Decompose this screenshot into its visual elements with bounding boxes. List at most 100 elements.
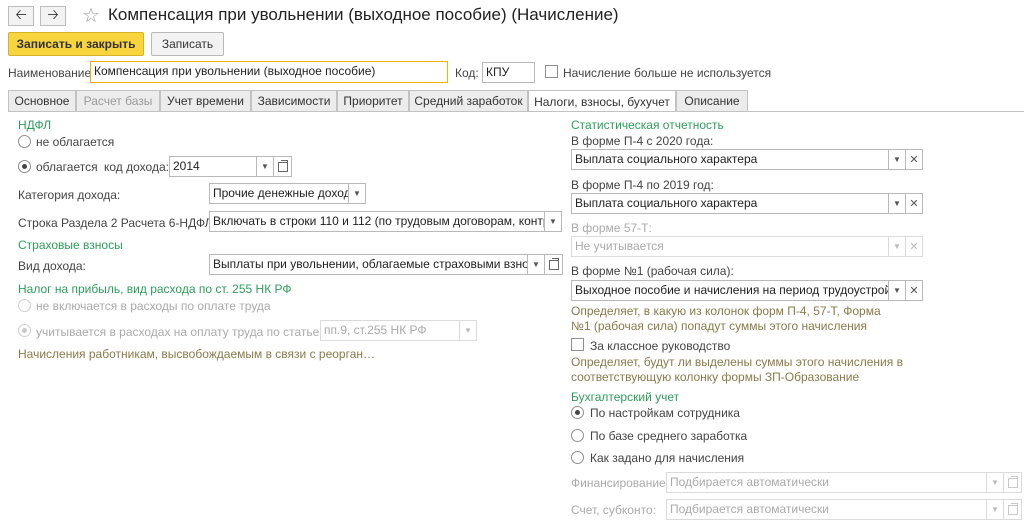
row-6ndfl-field[interactable]: Включать в строки 110 и 112 (по трудовым… — [209, 211, 545, 232]
row-6ndfl-dropdown[interactable]: ▼ — [545, 211, 562, 232]
forward-button[interactable]: 🡢 — [40, 6, 66, 26]
income-code-field[interactable]: 2014 — [169, 156, 257, 177]
tab-priority[interactable]: Приоритет — [337, 90, 409, 112]
f1-clear-button[interactable]: ✕ — [906, 280, 923, 301]
ndfl-not-taxed-label: не облагается — [36, 135, 115, 149]
financing-label: Финансирование: — [571, 476, 670, 490]
p4-2019-label: В форме П-4 по 2019 год: — [571, 178, 714, 192]
chevron-down-icon: ▼ — [353, 189, 361, 198]
f1-label: В форме №1 (рабочая сила): — [571, 264, 734, 278]
star-icon[interactable]: ☆ — [82, 3, 100, 28]
class-teacher-checkbox[interactable] — [571, 338, 584, 351]
acc-title: Бухгалтерский учет — [571, 390, 680, 404]
income-type-dropdown[interactable]: ▼ — [528, 254, 545, 275]
release-note-link[interactable]: Начисления работникам, высвобождаемым в … — [18, 347, 375, 362]
insurance-title: Страховые взносы — [18, 238, 123, 252]
close-icon: ✕ — [909, 198, 919, 210]
article-field[interactable]: пп.9, ст.255 НК РФ — [320, 320, 460, 341]
income-category-field[interactable]: Прочие денежные доходы — [209, 183, 349, 204]
tab-taxes[interactable]: Налоги, взносы, бухучет — [528, 90, 676, 113]
p4-2020-field[interactable]: Выплата социального характера — [571, 149, 889, 170]
p4-2019-dropdown[interactable]: ▼ — [889, 193, 906, 214]
close-icon: ✕ — [909, 241, 919, 253]
chevron-down-icon: ▼ — [893, 242, 901, 251]
income-type-field[interactable]: Выплаты при увольнении, облагаемые страх… — [209, 254, 528, 275]
p4-2019-field[interactable]: Выплата социального характера — [571, 193, 889, 214]
open-icon — [277, 159, 288, 172]
f1-field[interactable]: Выходное пособие и начисления на период … — [571, 280, 889, 301]
tab-base-calc[interactable]: Расчет базы — [76, 90, 160, 112]
not-included-label: не включается в расходы по оплате труда — [36, 299, 271, 313]
save-and-close-button[interactable]: Записать и закрыть — [8, 32, 144, 56]
acc-as-set-radio[interactable] — [571, 451, 584, 464]
account-dropdown[interactable]: ▼ — [987, 499, 1004, 520]
close-icon: ✕ — [909, 154, 919, 166]
account-label: Счет, субконто: — [571, 503, 656, 517]
account-open-button[interactable] — [1004, 499, 1022, 520]
account-field[interactable]: Подбирается автоматически — [666, 499, 987, 520]
tab-description[interactable]: Описание — [676, 90, 748, 112]
acc-average-base-label: По базе среднего заработка — [590, 429, 748, 443]
ndfl-taxed-radio[interactable] — [18, 160, 31, 173]
f57t-field[interactable]: Не учитывается — [571, 236, 889, 257]
tab-main[interactable]: Основное — [8, 90, 76, 112]
stat-title: Статистическая отчетность — [571, 118, 724, 132]
included-radio[interactable] — [18, 324, 31, 337]
chevron-down-icon: ▼ — [532, 260, 540, 269]
chevron-down-icon: ▼ — [549, 217, 557, 226]
chevron-down-icon: ▼ — [991, 478, 999, 487]
acc-employee-settings-radio[interactable] — [571, 406, 584, 419]
chevron-down-icon: ▼ — [893, 286, 901, 295]
ndfl-taxed-label: облагается — [36, 160, 98, 174]
income-category-dropdown[interactable]: ▼ — [349, 183, 366, 204]
tab-average-earnings[interactable]: Средний заработок — [409, 90, 528, 112]
close-icon: ✕ — [909, 285, 919, 297]
back-button[interactable]: 🡠 — [8, 6, 34, 26]
f57t-label: В форме 57-Т: — [571, 221, 652, 235]
f57t-clear-button[interactable]: ✕ — [906, 236, 923, 257]
profit-tax-title: Налог на прибыль, вид расхода по ст. 255… — [18, 282, 292, 296]
tab-dependencies[interactable]: Зависимости — [251, 90, 337, 112]
arrow-right-icon: 🡢 — [47, 6, 59, 22]
arrow-left-icon: 🡠 — [15, 6, 27, 22]
p4-2020-dropdown[interactable]: ▼ — [889, 149, 906, 170]
p4-2019-clear-button[interactable]: ✕ — [906, 193, 923, 214]
code-field[interactable]: КПУ — [482, 62, 535, 83]
financing-dropdown[interactable]: ▼ — [987, 472, 1004, 493]
income-code-open-button[interactable] — [274, 156, 292, 177]
class-teacher-note: Определяет, будут ли выделены суммы этог… — [571, 355, 903, 384]
row-6ndfl-label: Строка Раздела 2 Расчета 6-НДФЛ: — [18, 216, 216, 230]
save-button[interactable]: Записать — [151, 32, 224, 56]
f57t-dropdown[interactable]: ▼ — [889, 236, 906, 257]
page-title: Компенсация при увольнении (выходное пос… — [108, 5, 619, 24]
included-label: учитывается в расходах на оплату труда п… — [36, 325, 323, 339]
code-label: Код: — [455, 66, 479, 80]
income-type-label: Вид дохода: — [18, 259, 86, 273]
unused-checkbox[interactable] — [545, 65, 558, 78]
chevron-down-icon: ▼ — [261, 162, 269, 171]
unused-label: Начисление больше не используется — [563, 66, 772, 80]
p4-2020-label: В форме П-4 с 2020 года: — [571, 134, 714, 148]
income-type-open-button[interactable] — [545, 254, 563, 275]
stat-note: Определяет, в какую из колонок форм П-4,… — [571, 304, 881, 333]
financing-open-button[interactable] — [1004, 472, 1022, 493]
class-teacher-label: За классное руководство — [590, 339, 731, 353]
chevron-down-icon: ▼ — [893, 155, 901, 164]
acc-employee-settings-label: По настройкам сотрудника — [590, 406, 740, 420]
name-label: Наименование: — [8, 66, 95, 80]
acc-average-base-radio[interactable] — [571, 429, 584, 442]
ndfl-not-taxed-radio[interactable] — [18, 135, 31, 148]
income-code-dropdown[interactable]: ▼ — [257, 156, 274, 177]
open-icon — [548, 257, 559, 270]
financing-field[interactable]: Подбирается автоматически — [666, 472, 987, 493]
article-dropdown[interactable]: ▼ — [460, 320, 477, 341]
chevron-down-icon: ▼ — [991, 505, 999, 514]
open-icon — [1007, 475, 1018, 488]
tab-time-accounting[interactable]: Учет времени — [160, 90, 251, 112]
p4-2020-clear-button[interactable]: ✕ — [906, 149, 923, 170]
not-included-radio[interactable] — [18, 299, 31, 312]
chevron-down-icon: ▼ — [893, 199, 901, 208]
name-field[interactable]: Компенсация при увольнении (выходное пос… — [90, 61, 448, 83]
chevron-down-icon: ▼ — [464, 326, 472, 335]
f1-dropdown[interactable]: ▼ — [889, 280, 906, 301]
